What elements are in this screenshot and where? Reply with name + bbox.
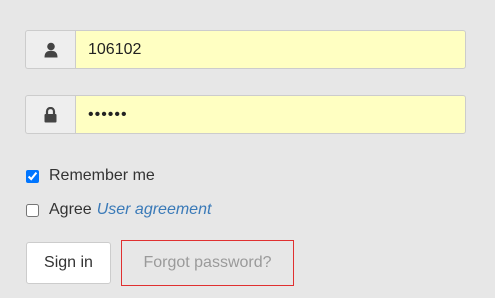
username-group [25, 30, 466, 69]
agree-label: Agree [49, 201, 92, 218]
remember-me-checkbox[interactable] [26, 169, 39, 183]
remember-me-row[interactable]: Remember me [26, 167, 155, 185]
password-input[interactable] [75, 95, 466, 134]
username-input[interactable] [75, 30, 466, 69]
lock-icon [25, 95, 75, 134]
password-group [25, 95, 466, 134]
user-agreement-link[interactable]: User agreement [97, 201, 212, 219]
agree-checkbox[interactable] [26, 203, 39, 217]
user-icon [25, 30, 75, 69]
sign-in-button[interactable]: Sign in [26, 242, 111, 284]
agree-row: Agree User agreement [26, 201, 211, 219]
remember-me-label: Remember me [49, 167, 155, 184]
forgot-password-link[interactable]: Forgot password? [121, 240, 294, 286]
